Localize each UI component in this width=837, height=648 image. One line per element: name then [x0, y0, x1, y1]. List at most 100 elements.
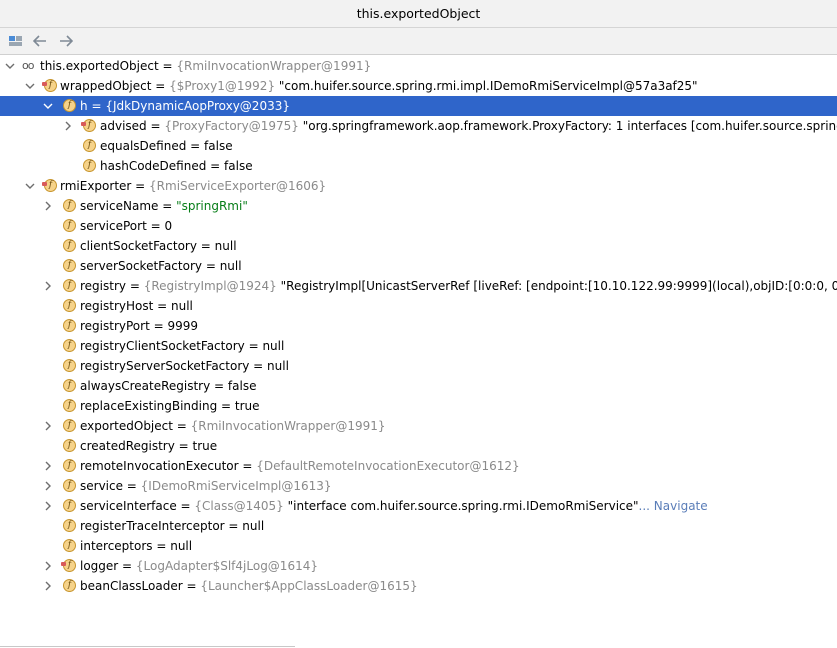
root-name: this.exportedObject: [40, 59, 159, 73]
tree-row-equals-defined[interactable]: f equalsDefined = false: [0, 136, 837, 156]
tree-row-created-registry[interactable]: f createdRegistry = true: [0, 436, 837, 456]
field-name: registry: [80, 279, 126, 293]
field-name: registryServerSocketFactory: [80, 359, 250, 373]
tree-row-advised[interactable]: f advised = {ProxyFactory@1975} "org.spr…: [0, 116, 837, 136]
navigate-link[interactable]: ... Navigate: [639, 499, 708, 513]
field-icon: f: [63, 299, 76, 312]
field-value: "springRmi": [176, 199, 248, 213]
field-value: 0: [164, 219, 173, 233]
field-value: null: [262, 339, 285, 353]
field-icon: f: [63, 479, 76, 492]
field-ref: {Class@1405}: [194, 499, 284, 513]
tree-row-remote-invocation-executor[interactable]: f remoteInvocationExecutor = {DefaultRemo…: [0, 456, 837, 476]
field-name: serviceName: [80, 199, 159, 213]
chevron-right-icon[interactable]: [42, 279, 54, 293]
tree-row-registry[interactable]: f registry = {RegistryImpl@1924} "Registr…: [0, 276, 837, 296]
hashcode-defined-value: false: [224, 159, 253, 173]
field-value: true: [234, 399, 260, 413]
field-ref: {IDemoRmiServiceImpl@1613}: [140, 479, 332, 493]
field-icon: f: [63, 359, 76, 372]
back-arrow-icon[interactable]: [30, 32, 50, 50]
field-name: registryClientSocketFactory: [80, 339, 245, 353]
field-icon: f: [63, 499, 76, 512]
object-icon: oo: [22, 59, 35, 72]
tree-row-logger[interactable]: f logger = {LogAdapter$Slf4jLog@1614}: [0, 556, 837, 576]
field-name: beanClassLoader: [80, 579, 183, 593]
field-value: null: [242, 519, 265, 533]
field-name: registryPort: [80, 319, 150, 333]
tree-row-service-name[interactable]: f serviceName = "springRmi": [0, 196, 837, 216]
chevron-down-icon[interactable]: [24, 79, 36, 93]
tree-row-bean-class-loader[interactable]: f beanClassLoader = {Launcher$AppClassLoa…: [0, 576, 837, 596]
chevron-right-icon[interactable]: [42, 499, 54, 513]
field-ref: {LogAdapter$Slf4jLog@1614}: [135, 559, 318, 573]
chevron-right-icon[interactable]: [42, 479, 54, 493]
field-value: "RegistryImpl[UnicastServerRef [liveRef:…: [280, 279, 837, 293]
field-name: serviceInterface: [80, 499, 177, 513]
tree-row-interceptors[interactable]: f interceptors = null: [0, 536, 837, 556]
advised-value: "org.springframework.aop.framework.Proxy…: [302, 119, 837, 133]
field-icon: f: [63, 439, 76, 452]
tree-row-registry-server-socket-factory[interactable]: f registryServerSocketFactory = null: [0, 356, 837, 376]
chevron-right-icon[interactable]: [42, 199, 54, 213]
tree-row-service-interface[interactable]: f serviceInterface = {Class@1405} "interf…: [0, 496, 837, 516]
equals-defined-name: equalsDefined: [100, 139, 187, 153]
field-name: alwaysCreateRegistry: [80, 379, 211, 393]
tree-row-hashcode-defined[interactable]: f hashCodeDefined = false: [0, 156, 837, 176]
field-name: service: [80, 479, 123, 493]
rmi-exporter-ref: {RmiServiceExporter@1606}: [149, 179, 327, 193]
tree-row-exported-object[interactable]: f exportedObject = {RmiInvocationWrapper@…: [0, 416, 837, 436]
chevron-down-icon[interactable]: [4, 59, 16, 73]
field-ref: {DefaultRemoteInvocationExecutor@1612}: [256, 459, 520, 473]
field-icon: f: [63, 259, 76, 272]
field-icon: f: [83, 159, 96, 172]
tree-row-h-selected[interactable]: f h = {JdkDynamicAopProxy@2033}: [0, 96, 837, 116]
field-icon: f: [63, 319, 76, 332]
field-icon: f: [63, 339, 76, 352]
field-value: null: [170, 539, 193, 553]
tree-row-registry-client-socket-factory[interactable]: f registryClientSocketFactory = null: [0, 336, 837, 356]
wrapped-object-value: "com.huifer.source.spring.rmi.impl.IDemo…: [278, 79, 698, 93]
chevron-right-icon[interactable]: [42, 459, 54, 473]
chevron-right-icon[interactable]: [42, 419, 54, 433]
chevron-down-icon[interactable]: [24, 179, 36, 193]
forward-arrow-icon[interactable]: [56, 32, 76, 50]
tree-row-root[interactable]: oo this.exportedObject = {RmiInvocationW…: [0, 56, 837, 76]
tree-row-registry-port[interactable]: f registryPort = 9999: [0, 316, 837, 336]
tree-row-replace-existing-binding[interactable]: f replaceExistingBinding = true: [0, 396, 837, 416]
field-value: null: [267, 359, 289, 373]
field-name: replaceExistingBinding: [80, 399, 218, 413]
equals-defined-value: false: [204, 139, 233, 153]
tree-row-service-port[interactable]: f servicePort = 0: [0, 216, 837, 236]
field-ref: {Launcher$AppClassLoader@1615}: [200, 579, 418, 593]
field-icon: f: [63, 199, 76, 212]
h-name: h: [80, 99, 88, 113]
chevron-right-icon[interactable]: [42, 559, 54, 573]
advised-name: advised: [100, 119, 147, 133]
chevron-right-icon[interactable]: [62, 119, 74, 133]
tree-row-service[interactable]: f service = {IDemoRmiServiceImpl@1613}: [0, 476, 837, 496]
field-icon: f: [63, 419, 76, 432]
tree-row-register-trace-interceptor[interactable]: f registerTraceInterceptor = null: [0, 516, 837, 536]
field-value: true: [192, 439, 218, 453]
chevron-down-icon[interactable]: [42, 99, 54, 113]
wrapped-object-ref: {$Proxy1@1992}: [169, 79, 276, 93]
tree-row-client-socket-factory[interactable]: f clientSocketFactory = null: [0, 236, 837, 256]
layout-icon[interactable]: [5, 32, 25, 50]
advised-ref: {ProxyFactory@1975}: [164, 119, 299, 133]
field-icon: f: [83, 139, 96, 152]
field-ref: {RegistryImpl@1924}: [143, 279, 277, 293]
tree-row-server-socket-factory[interactable]: f serverSocketFactory = null: [0, 256, 837, 276]
tree-row-registry-host[interactable]: f registryHost = null: [0, 296, 837, 316]
tree-row-wrapped-object[interactable]: f wrappedObject = {$Proxy1@1992} "com.hu…: [0, 76, 837, 96]
field-value: null: [214, 239, 237, 253]
tree-row-rmi-exporter[interactable]: f rmiExporter = {RmiServiceExporter@1606…: [0, 176, 837, 196]
field-icon: f: [63, 239, 76, 252]
field-name: serverSocketFactory: [80, 259, 202, 273]
tree-row-always-create-registry[interactable]: f alwaysCreateRegistry = false: [0, 376, 837, 396]
field-name: createdRegistry: [80, 439, 175, 453]
toolbar: [0, 28, 837, 55]
chevron-right-icon[interactable]: [42, 579, 54, 593]
field-icon: f: [63, 399, 76, 412]
field-name: interceptors: [80, 539, 153, 553]
